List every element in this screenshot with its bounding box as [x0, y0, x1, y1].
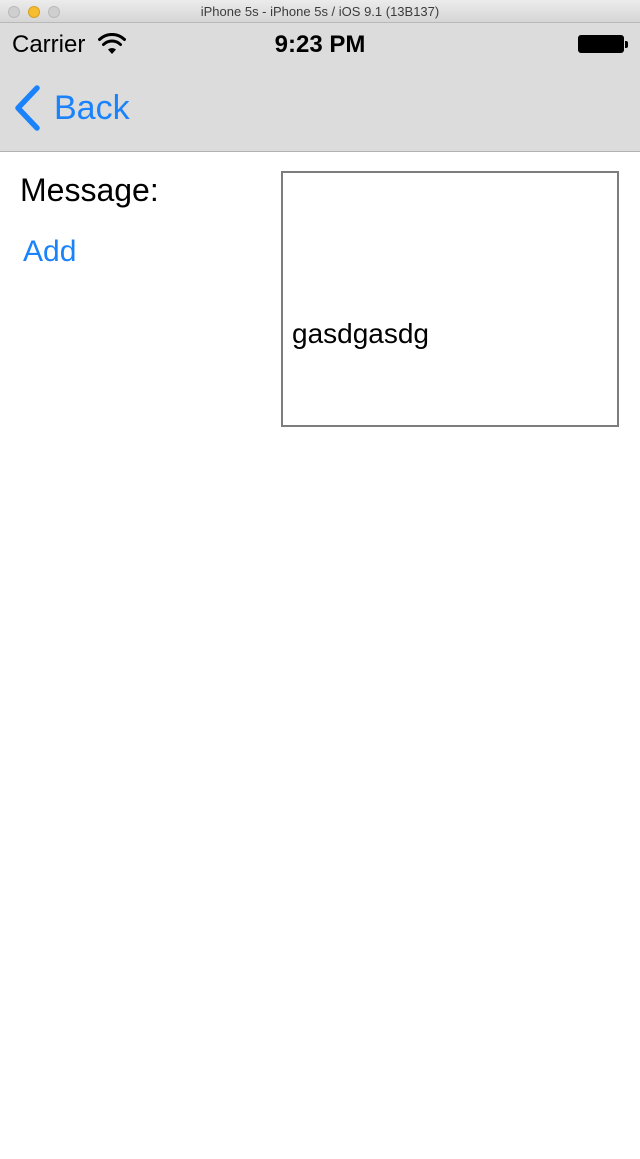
back-button[interactable]: Back: [12, 83, 130, 133]
chevron-left-icon: [15, 85, 40, 131]
message-text-view[interactable]: gasdgasdg: [281, 171, 619, 427]
navigation-header: Carrier 9:23 PM Back: [0, 23, 640, 152]
status-bar: Carrier 9:23 PM: [0, 23, 640, 63]
window-title: iPhone 5s - iPhone 5s / iOS 9.1 (13B137): [200, 4, 440, 19]
message-text: gasdgasdg: [292, 318, 430, 349]
add-button[interactable]: Add: [23, 235, 76, 269]
message-label: Message:: [20, 172, 159, 208]
battery-icon: [578, 35, 628, 53]
back-button-label: Back: [54, 88, 130, 127]
simulator-titlebar: iPhone 5s - iPhone 5s / iOS 9.1 (13B137): [0, 0, 640, 23]
status-time: 9:23 PM: [274, 31, 366, 58]
